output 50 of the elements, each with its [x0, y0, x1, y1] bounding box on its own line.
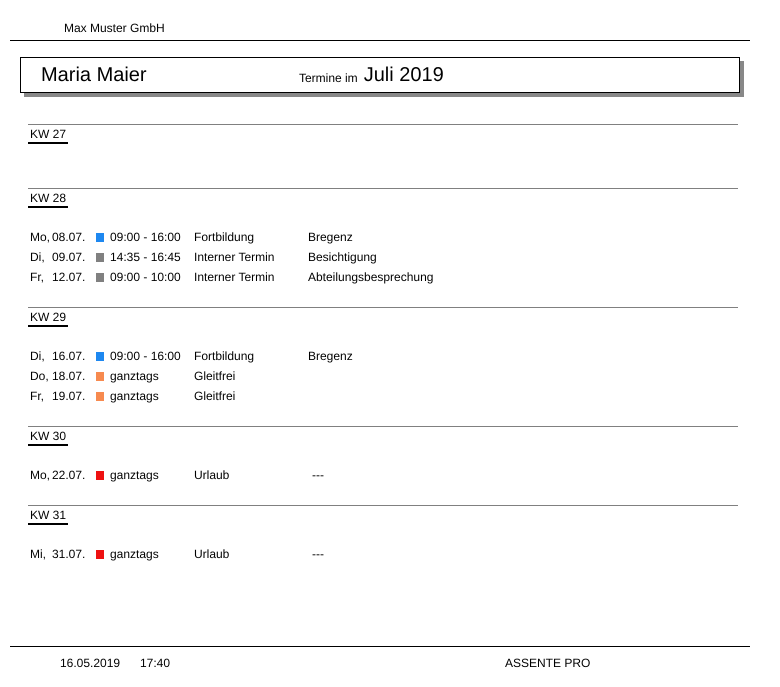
appointment-type: Gleitfrei [194, 369, 236, 383]
time-range: 09:00 - 10:00 [110, 270, 182, 284]
date: 18.07. [52, 369, 86, 383]
time-range: ganztags [110, 389, 160, 403]
weekday: Mo, [29, 468, 52, 482]
date: 22.07. [52, 468, 86, 482]
appointment-detail: Bregenz [308, 230, 353, 244]
time-range: 09:00 - 16:00 [110, 349, 182, 363]
weekday: Mo, [29, 230, 52, 244]
appointment-type: Fortbildung [194, 230, 256, 244]
appointment-type: Urlaub [194, 468, 230, 482]
appointment-detail: --- [311, 547, 324, 561]
date: 31.07. [52, 547, 86, 561]
weekday: Fr, [29, 389, 45, 403]
appointment-type: Fortbildung [194, 349, 256, 363]
period-label: Termine im [299, 70, 358, 84]
appointment-detail: Bregenz [308, 349, 353, 363]
week-label: KW 29 [28, 310, 68, 327]
date: 09.07. [52, 250, 86, 264]
time-range: 09:00 - 16:00 [110, 230, 182, 244]
time-range: 14:35 - 16:45 [110, 250, 182, 264]
week-label: KW 28 [28, 191, 68, 208]
date: 12.07. [52, 270, 86, 284]
appointment-type: Urlaub [194, 547, 230, 561]
appointment-type: Interner Termin [194, 270, 276, 284]
appointment-detail: Besichtigung [308, 250, 377, 264]
date: 16.07. [52, 349, 86, 363]
time-range: ganztags [110, 547, 160, 561]
week-label: KW 30 [28, 429, 68, 446]
date: 19.07. [52, 389, 86, 403]
appointment-type: Gleitfrei [194, 389, 236, 403]
appointment-detail: Abteilungsbesprechung [308, 270, 434, 284]
appointment-detail: --- [311, 468, 324, 482]
product-name: ASSENTE PRO [505, 656, 590, 670]
weekday: Do, [29, 369, 50, 383]
week-label: KW 27 [28, 127, 68, 144]
weekday: Fr, [29, 270, 45, 284]
weekday: Di, [29, 250, 46, 264]
period-value: Juli 2019 [364, 64, 444, 86]
week-label: KW 31 [28, 508, 68, 525]
date: 08.07. [52, 230, 86, 244]
weekday: Di, [29, 349, 46, 363]
employee-name: Maria Maier [41, 64, 148, 86]
time-range: ganztags [110, 468, 160, 482]
time-range: ganztags [110, 369, 160, 383]
weekday: Mi, [29, 547, 47, 561]
print-date: 16.05.2019 [60, 656, 122, 670]
appointment-type: Interner Termin [194, 250, 276, 264]
print-time: 17:40 [140, 656, 172, 670]
company-name: Max Muster GmbH [63, 20, 166, 37]
